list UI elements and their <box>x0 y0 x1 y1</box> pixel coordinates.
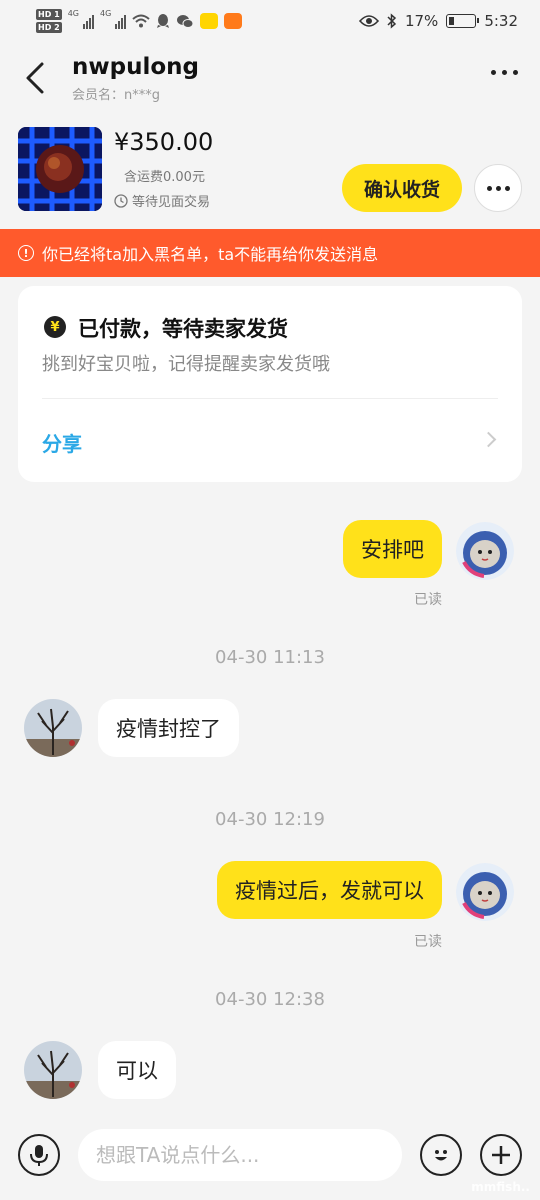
hd1-badge: HD 1 <box>36 9 62 20</box>
message-bubble-me[interactable]: 疫情过后，发就可以 <box>217 861 442 919</box>
hd2-badge: HD 2 <box>36 22 62 33</box>
my-avatar[interactable] <box>456 522 514 580</box>
net1-label: 4G <box>67 9 79 18</box>
message-input[interactable] <box>78 1129 402 1181</box>
app-notification-icon <box>200 13 219 29</box>
status-card-subtitle: 挑到好宝贝啦，记得提醒卖家发货哦 <box>42 354 330 375</box>
order-more-button[interactable] <box>474 164 522 212</box>
my-avatar[interactable] <box>456 863 514 921</box>
divider <box>42 398 498 399</box>
qq-icon <box>157 14 170 28</box>
member-name: 会员名：n***g <box>72 88 160 103</box>
yen-icon: ¥ <box>44 316 66 338</box>
warning-icon: ! <box>18 245 34 261</box>
message-bubble-them[interactable]: 疫情封控了 <box>98 699 239 757</box>
chevron-right-icon[interactable] <box>480 431 497 448</box>
voice-input-icon[interactable] <box>18 1134 60 1176</box>
read-receipt: 已读 <box>414 592 442 608</box>
trade-status: 等待见面交易 <box>114 191 210 210</box>
chat-header: nwpulong 会员名：n***g <box>0 46 540 110</box>
signal-icon-2 <box>115 13 127 29</box>
signal-icon <box>82 13 94 29</box>
shipping-fee: 含运费0.00元 <box>124 170 205 185</box>
plus-icon[interactable] <box>480 1134 522 1176</box>
order-summary: ¥350.00 含运费0.00元 等待见面交易 确认收货 <box>0 120 540 220</box>
message-bubble-me[interactable]: 安排吧 <box>343 520 442 578</box>
order-price: ¥350.00 <box>114 128 214 156</box>
status-bar: HD 1 HD 2 4G 4G 17% 5:32 <box>0 0 540 46</box>
chat-timestamp: 04-30 12:19 <box>215 809 325 830</box>
clock-icon <box>114 193 128 208</box>
back-arrow-icon[interactable] <box>22 60 48 96</box>
status-card-title: 已付款，等待卖家发货 <box>78 317 288 341</box>
chat-timestamp: 04-30 11:13 <box>215 647 325 668</box>
contact-avatar[interactable] <box>24 699 82 757</box>
blacklist-warning-bar: ! 你已经将ta加入黑名单，ta不能再给你发送消息 <box>0 229 540 277</box>
chat-timestamp: 04-30 12:38 <box>215 989 325 1010</box>
contact-name: nwpulong <box>72 54 199 80</box>
battery-icon <box>446 14 480 28</box>
warning-text: 你已经将ta加入黑名单，ta不能再给你发送消息 <box>42 245 379 264</box>
clock: 5:32 <box>484 12 518 30</box>
video-app-icon <box>224 13 243 29</box>
emoji-icon[interactable] <box>420 1134 462 1176</box>
wifi-icon <box>132 14 150 28</box>
share-link[interactable]: 分享 <box>42 428 82 457</box>
bluetooth-icon <box>387 13 397 29</box>
eye-icon <box>358 15 379 27</box>
more-menu-icon[interactable] <box>491 70 518 75</box>
watermark: mmfish.. <box>471 1180 530 1194</box>
input-bar <box>0 1120 540 1200</box>
battery-percent: 17% <box>404 12 439 30</box>
product-thumbnail[interactable] <box>18 127 102 211</box>
confirm-receipt-button[interactable]: 确认收货 <box>342 164 462 212</box>
net2-label: 4G <box>99 9 112 18</box>
trade-status-label: 等待见面交易 <box>132 195 211 210</box>
message-bubble-them[interactable]: 可以 <box>98 1041 176 1099</box>
order-status-card: ¥ 已付款，等待卖家发货 挑到好宝贝啦，记得提醒卖家发货哦 分享 <box>18 286 522 482</box>
read-receipt: 已读 <box>414 934 442 950</box>
wechat-icon <box>177 14 194 28</box>
contact-avatar[interactable] <box>24 1041 82 1099</box>
